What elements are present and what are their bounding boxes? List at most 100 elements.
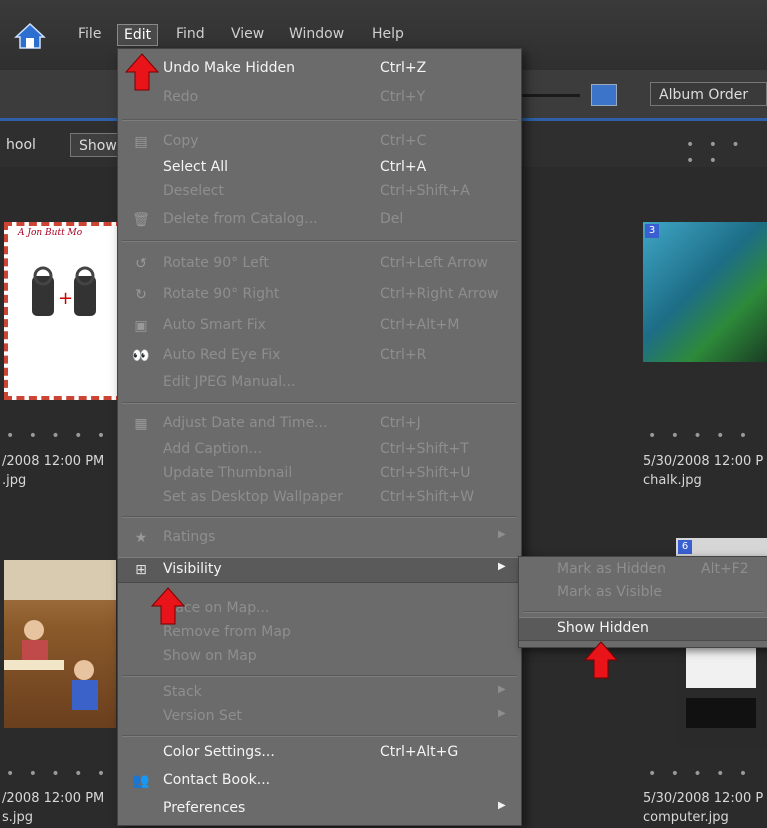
classroom-photo <box>4 560 116 710</box>
menu-item-color-settings[interactable]: Color Settings... Ctrl+Alt+G <box>118 741 521 765</box>
thumbnail-image[interactable]: A Jon Butt Mo + <box>4 222 124 400</box>
thumbnail-date: /2008 12:00 PM <box>2 454 105 469</box>
menu-item-label: Redo <box>163 89 199 105</box>
menu-item-contact-book[interactable]: 👥 Contact Book... <box>118 769 521 793</box>
contact-book-icon: 👥 <box>132 773 150 789</box>
rotate-left-icon: ↺ <box>135 256 147 272</box>
rating-stars[interactable]: • • • • • <box>648 766 752 782</box>
menu-item-ratings[interactable]: ★ Ratings ▶ <box>118 526 521 550</box>
menu-find[interactable]: Find <box>170 24 211 44</box>
thumbnail-image[interactable] <box>4 560 116 728</box>
submenu-arrow-icon: ▶ <box>498 684 506 695</box>
show-dropdown[interactable]: Show <box>70 133 122 157</box>
menu-item-shortcut: Ctrl+Alt+G <box>380 744 459 760</box>
menu-item-deselect[interactable]: Deselect Ctrl+Shift+A <box>118 180 521 204</box>
menu-item-undo[interactable]: Undo Make Hidden Ctrl+Z <box>118 57 521 81</box>
menu-item-label: Undo Make Hidden <box>163 60 296 76</box>
menu-item-shortcut: Ctrl+Shift+U <box>380 465 471 481</box>
menu-window[interactable]: Window <box>283 24 350 44</box>
menu-item-shortcut: Ctrl+A <box>380 159 427 175</box>
menu-item-visibility[interactable]: ⊞ Visibility ▶ <box>118 557 521 583</box>
menu-item-shortcut: Alt+F2 <box>701 561 749 577</box>
menu-item-label: Ratings <box>163 529 216 545</box>
red-arrow-icon <box>124 53 160 91</box>
menu-edit[interactable]: Edit <box>117 24 159 46</box>
version-badge: 6 <box>678 540 692 554</box>
menu-item-set-wallpaper[interactable]: Set as Desktop Wallpaper Ctrl+Shift+W <box>118 486 521 510</box>
menu-item-shortcut: Ctrl+Right Arrow <box>380 286 499 302</box>
menu-item-label: Adjust Date and Time... <box>163 415 328 431</box>
submenu-item-mark-hidden[interactable]: Mark as Hidden Alt+F2 <box>519 559 767 581</box>
menu-item-label: Stack <box>163 684 202 700</box>
menu-item-label: Rotate 90° Right <box>163 286 280 302</box>
thumbnail-date: 5/30/2008 12:00 P <box>643 791 764 806</box>
menu-separator <box>122 119 517 121</box>
menu-item-update-thumbnail[interactable]: Update Thumbnail Ctrl+Shift+U <box>118 462 521 486</box>
menu-item-label: Select All <box>163 159 228 175</box>
menu-separator <box>122 516 517 518</box>
menu-item-label: Visibility <box>163 561 222 577</box>
menu-item-stack[interactable]: Stack ▶ <box>118 681 521 705</box>
menu-item-shortcut: Ctrl+R <box>380 347 427 363</box>
menu-item-delete-from-catalog[interactable]: 🗑 Delete from Catalog... Del <box>118 208 521 232</box>
submenu-arrow-icon: ▶ <box>498 800 506 811</box>
version-badge: 3 <box>645 224 659 238</box>
menu-item-adjust-date[interactable]: ▦ Adjust Date and Time... Ctrl+J <box>118 412 521 436</box>
smart-fix-icon: ▣ <box>134 318 148 334</box>
menu-item-shortcut: Ctrl+Shift+A <box>380 183 470 199</box>
menu-help[interactable]: Help <box>366 24 410 44</box>
menu-item-shortcut: Ctrl+Alt+M <box>380 317 460 333</box>
menu-item-shortcut: Ctrl+C <box>380 133 427 149</box>
menu-item-select-all[interactable]: Select All Ctrl+A <box>118 156 521 180</box>
rating-stars[interactable]: • • • • • <box>6 766 110 782</box>
submenu-item-show-hidden[interactable]: Show Hidden <box>519 617 767 641</box>
menu-item-copy[interactable]: ▤ Copy Ctrl+C <box>118 130 521 154</box>
menu-separator <box>122 735 517 737</box>
menu-item-add-caption[interactable]: Add Caption... Ctrl+Shift+T <box>118 438 521 462</box>
menu-item-label: Remove from Map <box>163 624 291 640</box>
menu-separator <box>523 611 764 613</box>
single-photo-view-icon[interactable] <box>591 84 617 106</box>
sort-order-dropdown[interactable]: Album Order <box>650 82 767 106</box>
submenu-arrow-icon: ▶ <box>498 561 506 572</box>
menu-item-redo[interactable]: Redo Ctrl+Y <box>118 86 521 110</box>
menu-item-shortcut: Ctrl+Shift+T <box>380 441 469 457</box>
menu-separator <box>122 402 517 404</box>
home-icon[interactable] <box>14 22 46 50</box>
rating-stars[interactable]: • • • • • <box>648 428 752 444</box>
menu-separator <box>122 675 517 677</box>
menu-item-shortcut: Ctrl+Shift+W <box>380 489 475 505</box>
rating-stars[interactable]: • • • • • <box>6 428 110 444</box>
thumbnail-date: 5/30/2008 12:00 P <box>643 454 764 469</box>
menu-item-label: Rotate 90° Left <box>163 255 269 271</box>
card-illustration: + <box>32 266 96 316</box>
menu-view[interactable]: View <box>225 24 270 44</box>
rotate-right-icon: ↻ <box>135 287 147 303</box>
menu-item-preferences[interactable]: Preferences ▶ <box>118 797 521 821</box>
menu-item-show-on-map[interactable]: Show on Map <box>118 645 521 669</box>
menu-item-label: Show on Map <box>163 648 257 664</box>
menu-item-label: Show Hidden <box>557 620 649 636</box>
menu-item-label: Color Settings... <box>163 744 275 760</box>
menu-item-label: Set as Desktop Wallpaper <box>163 489 343 505</box>
menu-item-rotate-left[interactable]: ↺ Rotate 90° Left Ctrl+Left Arrow <box>118 252 521 276</box>
menu-item-edit-jpeg-manual[interactable]: Edit JPEG Manual... <box>118 371 521 395</box>
menu-item-auto-red-eye-fix[interactable]: 👀 Auto Red Eye Fix Ctrl+R <box>118 344 521 368</box>
album-breadcrumb: hool <box>6 137 36 153</box>
thumbnail-image[interactable]: 3 <box>643 222 767 362</box>
menu-item-rotate-right[interactable]: ↻ Rotate 90° Right Ctrl+Right Arrow <box>118 283 521 307</box>
red-arrow-icon <box>150 587 186 625</box>
menu-file[interactable]: File <box>72 24 107 44</box>
menu-item-auto-smart-fix[interactable]: ▣ Auto Smart Fix Ctrl+Alt+M <box>118 314 521 338</box>
red-arrow-icon <box>583 641 619 679</box>
card-title: A Jon Butt Mo <box>18 228 83 238</box>
zoom-slider-track[interactable] <box>520 94 580 97</box>
menu-item-shortcut: Ctrl+Left Arrow <box>380 255 488 271</box>
submenu-item-mark-visible[interactable]: Mark as Visible <box>519 582 767 604</box>
copy-icon: ▤ <box>134 134 148 150</box>
menu-item-version-set[interactable]: Version Set ▶ <box>118 705 521 729</box>
menu-item-shortcut: Del <box>380 211 404 227</box>
menu-item-label: Contact Book... <box>163 772 271 788</box>
trash-icon: 🗑 <box>132 212 150 228</box>
menu-item-label: Deselect <box>163 183 224 199</box>
